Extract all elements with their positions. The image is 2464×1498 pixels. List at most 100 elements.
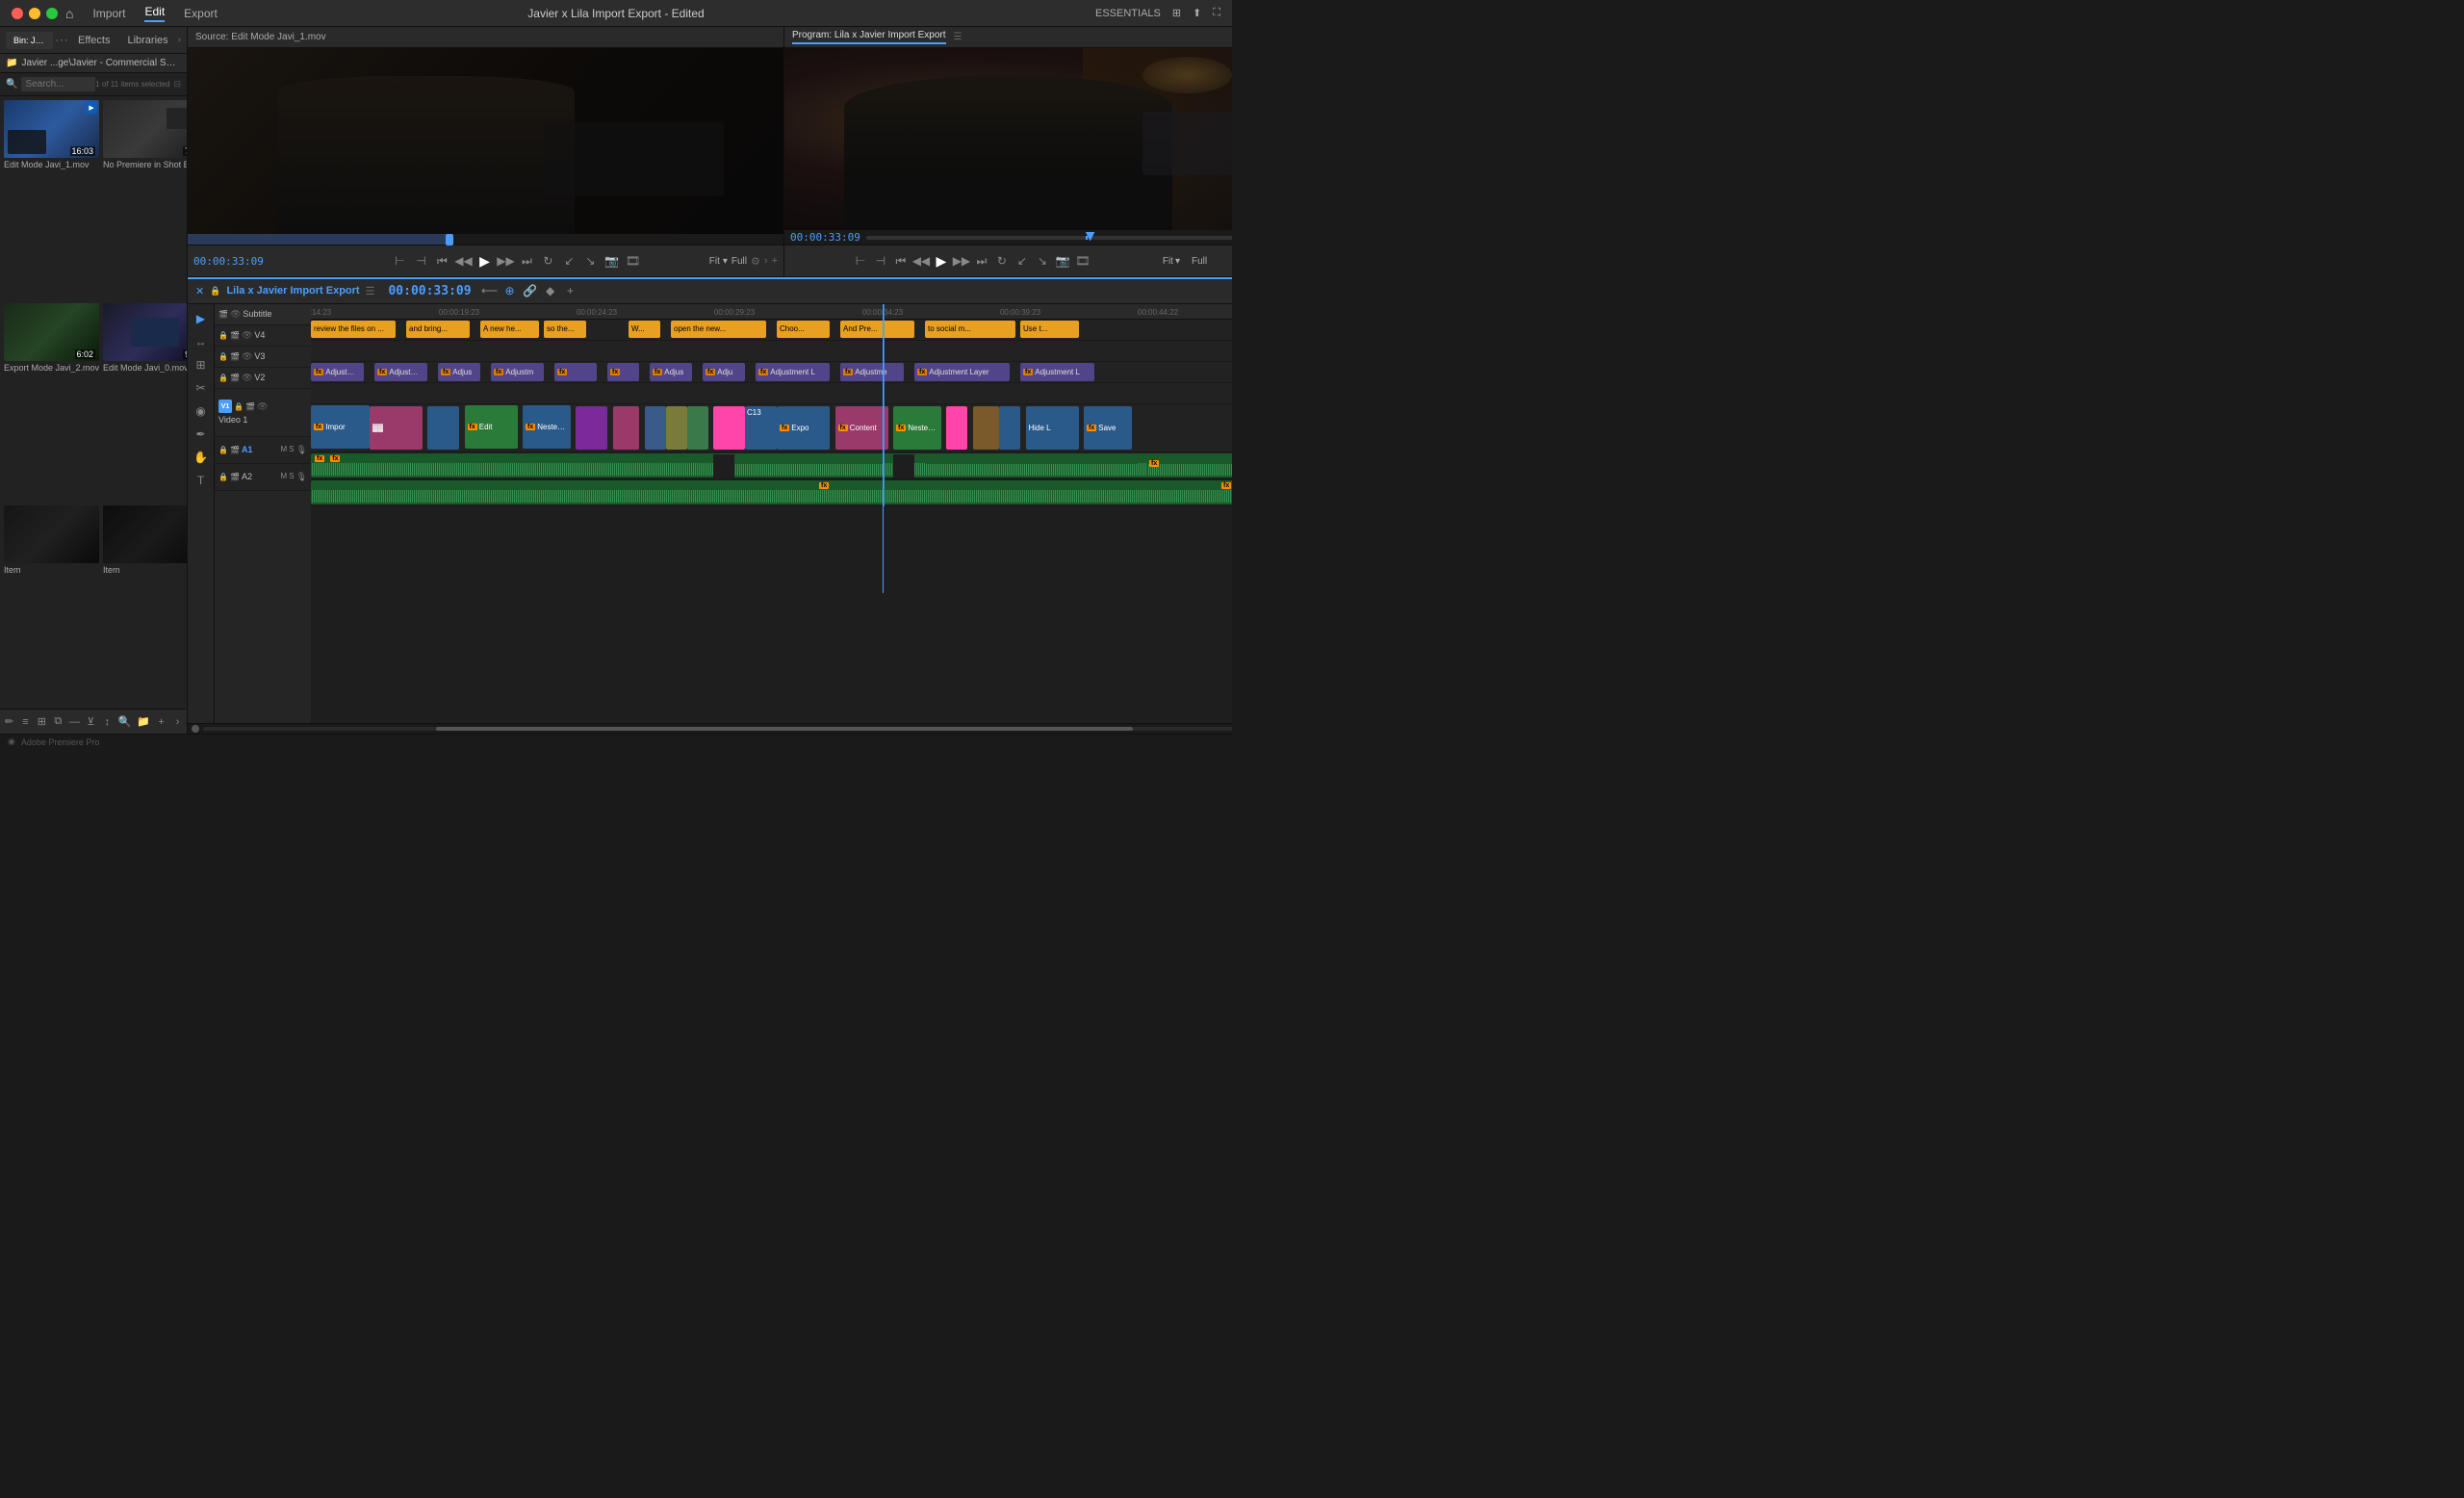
fullscreen-icon[interactable]: ⛶ xyxy=(1213,7,1220,19)
subtitle-clip[interactable]: and bring... xyxy=(406,321,470,338)
list-item[interactable]: 7:07 ▶ No Premiere in Shot Editi... xyxy=(103,100,187,299)
fit-selector[interactable]: Fit ▾ xyxy=(709,256,728,267)
camera-icon[interactable]: 📷 xyxy=(603,252,620,270)
subtitle-clip[interactable]: W... xyxy=(629,321,660,338)
v3-eye-icon[interactable]: 👁 xyxy=(242,351,252,362)
freeform-icon[interactable]: ⧉ xyxy=(53,714,64,730)
list-item[interactable]: Item xyxy=(4,505,99,705)
more-icon[interactable]: › xyxy=(172,714,183,730)
ripple-tool[interactable]: ⟵ xyxy=(481,282,499,299)
hand-tool[interactable]: ✋ xyxy=(191,447,212,468)
search2-icon[interactable]: 🔍 xyxy=(118,714,132,730)
nav-export[interactable]: Export xyxy=(184,7,218,20)
subtitle-clip[interactable]: Choo... xyxy=(777,321,830,338)
a2-icon[interactable]: 🎬 xyxy=(230,473,240,481)
bin-tab[interactable]: Bin: Javier Editing at Computer B Roll xyxy=(6,32,53,49)
video-clip[interactable] xyxy=(427,406,459,450)
mic-icon[interactable]: 🎙 xyxy=(296,445,307,455)
a2-mic-icon[interactable]: 🎙 xyxy=(296,472,307,482)
add-marker-icon[interactable]: + xyxy=(562,282,579,299)
v4-lock-icon[interactable]: 🔒 xyxy=(218,331,228,340)
subtitle-clip[interactable]: to social m... xyxy=(925,321,1015,338)
video-clip[interactable] xyxy=(687,406,708,450)
v1-indicator[interactable]: V1 xyxy=(218,400,232,413)
a1-lock-icon[interactable]: 🔒 xyxy=(218,446,228,454)
subtitle-clip[interactable]: And Pre... xyxy=(840,321,914,338)
v1-lock-icon[interactable]: 🔒 xyxy=(234,402,244,411)
adjustment-clip[interactable]: fxAdjus xyxy=(650,363,692,381)
play-btn[interactable]: ▶ xyxy=(933,252,950,270)
overwrite-icon[interactable]: ↘ xyxy=(581,252,599,270)
list-item[interactable]: 9:09 ▶ Edit Mode Javi_0.mov xyxy=(103,303,187,503)
track-select-tool[interactable]: ↔ xyxy=(191,331,212,352)
v3-lock-icon[interactable]: 🔒 xyxy=(218,352,228,361)
video-clip[interactable] xyxy=(999,406,1020,450)
video-clip[interactable] xyxy=(713,406,745,450)
video-clip[interactable]: fx Save xyxy=(1084,406,1132,450)
video-clip[interactable]: ▓▓ xyxy=(370,406,423,450)
list-icon[interactable]: ⊟ xyxy=(173,79,181,90)
v2-video-icon[interactable]: 🎬 xyxy=(230,374,240,382)
sort-icon[interactable]: ↕ xyxy=(102,714,113,730)
v2-eye-icon[interactable]: 👁 xyxy=(242,373,252,383)
monitor-quality[interactable]: Full xyxy=(1192,256,1207,267)
close-button[interactable] xyxy=(12,8,23,19)
adjustment-clip[interactable]: fxAdjustment L xyxy=(756,363,830,381)
export-btn[interactable]: 🎞 xyxy=(1074,252,1091,270)
video-clip[interactable]: fx Impor xyxy=(311,405,370,449)
add-icon[interactable]: + xyxy=(772,255,778,267)
video-clip[interactable]: fx Nested S xyxy=(523,405,571,449)
adjustment-clip[interactable]: fxAdjustment Lay xyxy=(374,363,427,381)
video-clip[interactable] xyxy=(666,406,687,450)
frame-back-icon[interactable]: ◀◀ xyxy=(454,252,472,270)
list-view-icon[interactable]: ≡ xyxy=(20,714,31,730)
adjustment-clip[interactable]: fxAdjustm xyxy=(491,363,544,381)
search-input[interactable] xyxy=(21,77,95,91)
adjustment-clip[interactable]: fxAdjustment L xyxy=(1020,363,1094,381)
frame-back-btn[interactable]: ◀◀ xyxy=(912,252,930,270)
razor-tool[interactable]: ✂ xyxy=(191,377,212,399)
lock-icon[interactable]: 🔒 xyxy=(210,286,220,297)
video-clip[interactable] xyxy=(576,406,607,450)
play-button[interactable]: ▶ xyxy=(475,252,493,270)
subtitle-clip[interactable]: review the files on ... xyxy=(311,321,396,338)
track-video-icon[interactable]: 🎬 xyxy=(218,310,228,319)
clip-icon[interactable]: 🎞 xyxy=(624,252,641,270)
adjustment-clip[interactable]: fxAdju xyxy=(703,363,745,381)
timeline-scrollbar-thumb[interactable] xyxy=(436,727,1134,731)
pen-tool[interactable]: ✒ xyxy=(191,424,212,445)
step-back-icon[interactable]: ⏮ xyxy=(433,252,450,270)
pencil-icon[interactable]: ✏ xyxy=(4,714,14,730)
camera-btn[interactable]: 📷 xyxy=(1054,252,1071,270)
adjustment-clip[interactable]: fxAdjustment La xyxy=(311,363,364,381)
subtitle-clip[interactable]: so the... xyxy=(544,321,586,338)
layout-icon[interactable]: ⊞ xyxy=(1172,7,1181,19)
v2-lock-icon[interactable]: 🔒 xyxy=(218,374,228,382)
loop-icon[interactable]: ↻ xyxy=(539,252,556,270)
libraries-tab[interactable]: Libraries xyxy=(119,31,175,50)
adjustment-clip[interactable]: fxAdjustment Layer xyxy=(914,363,1010,381)
frame-fwd-icon[interactable]: ▶▶ xyxy=(497,252,514,270)
overwrite-btn[interactable]: ↘ xyxy=(1034,252,1051,270)
video-clip[interactable]: Hide L xyxy=(1026,406,1079,450)
step-fwd-btn[interactable]: ⏭ xyxy=(973,252,990,270)
mark-out-icon[interactable]: ⊣ xyxy=(412,252,429,270)
timeline-scrollbar-track[interactable] xyxy=(203,727,1232,731)
subtitle-clip[interactable]: A new he... xyxy=(480,321,539,338)
slip-tool[interactable]: ◉ xyxy=(191,400,212,422)
adjustment-clip[interactable]: fx xyxy=(554,363,597,381)
scroll-left-btn[interactable] xyxy=(192,725,199,733)
snap-tool[interactable]: ⊕ xyxy=(501,282,519,299)
nav-import[interactable]: Import xyxy=(92,7,125,20)
timeline-menu-icon[interactable]: ☰ xyxy=(366,285,375,297)
mark-out-btn[interactable]: ⊣ xyxy=(872,252,889,270)
subtitle-clip[interactable]: Use t... xyxy=(1020,321,1079,338)
list-item[interactable]: 16:03 ▶ Edit Mode Javi_1.mov xyxy=(4,100,99,299)
a1-icon[interactable]: 🎬 xyxy=(230,446,240,454)
loop-btn[interactable]: ↻ xyxy=(993,252,1011,270)
v1-eye-icon[interactable]: 👁 xyxy=(257,401,268,412)
tracks-scroll-area[interactable]: 00:00:14:23 00:00:19:23 00:00:24:23 00:0… xyxy=(311,304,1232,723)
folder-icon[interactable]: 📁 xyxy=(137,714,150,730)
audio-clip[interactable] xyxy=(734,454,883,478)
monitor-fit2[interactable]: Fit ▾ xyxy=(1163,256,1180,267)
